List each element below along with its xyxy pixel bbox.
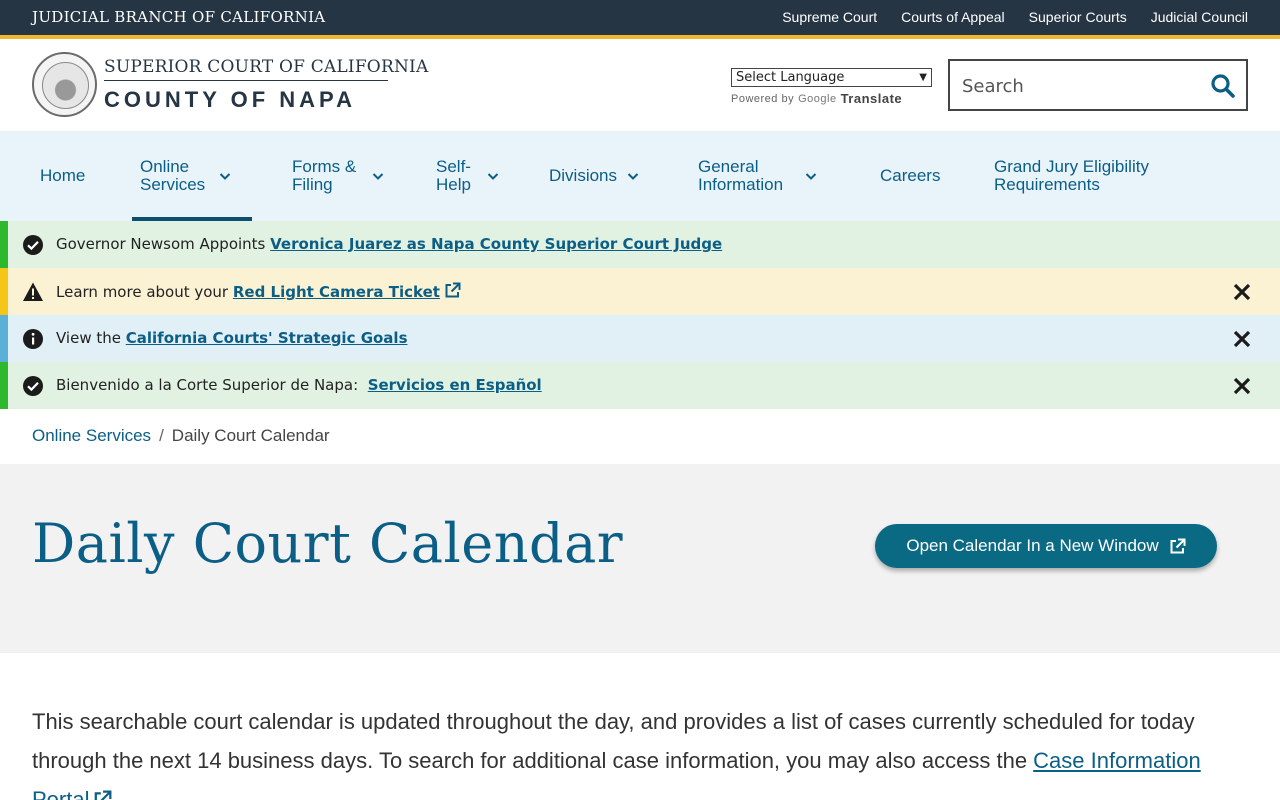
alert-prefix: Learn more about your	[56, 283, 233, 301]
chevron-down-icon: ▼	[919, 72, 927, 83]
check-circle-icon	[23, 376, 43, 396]
alert-bar	[0, 315, 8, 362]
courts-of-appeal-link[interactable]: Courts of Appeal	[901, 9, 1005, 25]
chevron-down-icon	[487, 173, 499, 180]
warning-triangle-icon	[23, 282, 43, 301]
alert-bar	[0, 221, 8, 268]
search-icon[interactable]	[1210, 73, 1236, 99]
nav-forms-filing-label: Forms & Filing	[292, 157, 357, 194]
google-logo: Google	[798, 92, 837, 105]
check-circle-icon	[23, 235, 43, 255]
nav-general-information[interactable]: General Information	[698, 131, 817, 221]
site-header: SUPERIOR COURT OF CALIFORNIA COUNTY OF N…	[0, 39, 1280, 131]
chevron-down-icon	[373, 173, 384, 180]
external-link-icon	[1170, 538, 1186, 553]
nav-grand-jury-label: Grand Jury Eligibility Requirements	[994, 157, 1149, 194]
chevron-down-icon	[219, 173, 231, 180]
page-title: Daily Court Calendar	[32, 512, 624, 575]
judicial-council-link[interactable]: Judicial Council	[1151, 9, 1248, 25]
language-select[interactable]: Select Language ▼	[731, 68, 932, 87]
nav-self-help-label: Self- Help	[436, 157, 471, 194]
open-calendar-button[interactable]: Open Calendar In a New Window	[875, 524, 1217, 568]
nav-home[interactable]: Home	[40, 131, 85, 221]
alert-text: View the California Courts' Strategic Go…	[56, 329, 408, 347]
close-icon[interactable]	[1232, 282, 1252, 302]
judicial-branch-bar: JUDICIAL BRANCH OF CALIFORNIA Supreme Co…	[0, 0, 1280, 35]
alert-prefix: Bienvenido a la Corte Superior de Napa:	[56, 376, 368, 394]
superior-courts-link[interactable]: Superior Courts	[1029, 9, 1127, 25]
alert-link[interactable]: California Courts' Strategic Goals	[126, 329, 408, 347]
nav-careers-label: Careers	[880, 166, 941, 185]
breadcrumb-separator: /	[159, 426, 164, 445]
alert-text: Governor Newsom Appoints Veronica Juarez…	[56, 235, 722, 253]
alert-link[interactable]: Servicios en Español	[368, 376, 542, 394]
close-icon[interactable]	[1232, 376, 1252, 396]
nav-online-services[interactable]: Online Services	[132, 131, 252, 221]
alert-link[interactable]: Veronica Juarez as Napa County Superior …	[270, 235, 722, 253]
intro-paragraph: This searchable court calendar is update…	[32, 702, 1232, 800]
alert-text: Bienvenido a la Corte Superior de Napa: …	[56, 376, 542, 394]
nav-divisions-label: Divisions	[549, 166, 618, 185]
branch-links: Supreme Court Courts of Appeal Superior …	[782, 9, 1248, 25]
external-link-icon	[445, 282, 461, 298]
logo-county-name[interactable]: COUNTY OF NAPA	[104, 87, 356, 113]
nav-divisions[interactable]: Divisions	[549, 131, 639, 221]
alert-warning: Learn more about your Red Light Camera T…	[0, 268, 1280, 315]
page-hero: Daily Court Calendar Open Calendar In a …	[0, 464, 1280, 653]
nav-self-help[interactable]: Self- Help	[436, 131, 499, 221]
close-icon[interactable]	[1232, 329, 1252, 349]
breadcrumb-current: Daily Court Calendar	[171, 426, 330, 445]
alert-success: Governor Newsom Appoints Veronica Juarez…	[0, 221, 1280, 268]
logo-court-name[interactable]: SUPERIOR COURT OF CALIFORNIA	[104, 57, 428, 77]
court-seal-logo[interactable]	[32, 52, 97, 117]
nav-home-label: Home	[40, 166, 86, 185]
language-select-value: Select Language	[736, 70, 845, 85]
alert-info: View the California Courts' Strategic Go…	[0, 315, 1280, 362]
nav-grand-jury[interactable]: Grand Jury Eligibility Requirements	[994, 131, 1149, 221]
alert-prefix: View the	[56, 329, 126, 347]
nav-general-information-label: General Information	[698, 157, 784, 194]
nav-forms-filing[interactable]: Forms & Filing	[292, 131, 384, 221]
intro-text: This searchable court calendar is update…	[32, 709, 1195, 773]
logo-divider	[104, 80, 388, 81]
chevron-down-icon	[805, 173, 817, 180]
alert-bar	[0, 362, 8, 409]
open-calendar-label: Open Calendar In a New Window	[906, 536, 1159, 555]
google-translate-credit: Powered by Google Translate	[731, 91, 902, 106]
alert-text: Learn more about your Red Light Camera T…	[56, 282, 461, 301]
info-circle-icon	[23, 329, 43, 349]
external-link-icon	[95, 790, 112, 800]
main-navigation: Home Online Services Forms & Filing Self…	[0, 131, 1280, 221]
nav-careers[interactable]: Careers	[880, 131, 940, 221]
supreme-court-link[interactable]: Supreme Court	[782, 9, 877, 25]
powered-by-label: Powered by	[731, 92, 795, 105]
breadcrumb-online-services[interactable]: Online Services	[32, 426, 151, 446]
alert-bar	[0, 268, 8, 315]
nav-online-services-label: Online Services	[140, 157, 206, 194]
site-search	[948, 59, 1248, 111]
chevron-down-icon	[627, 173, 639, 180]
alert-link[interactable]: Red Light Camera Ticket	[233, 283, 440, 301]
search-input[interactable]	[962, 73, 1202, 99]
alert-prefix: Governor Newsom Appoints	[56, 235, 271, 253]
alert-success: Bienvenido a la Corte Superior de Napa: …	[0, 362, 1280, 409]
judicial-branch-title[interactable]: JUDICIAL BRANCH OF CALIFORNIA	[32, 8, 325, 26]
translate-link[interactable]: Translate	[841, 91, 903, 106]
breadcrumb: Online Services / Daily Court Calendar	[32, 426, 330, 446]
